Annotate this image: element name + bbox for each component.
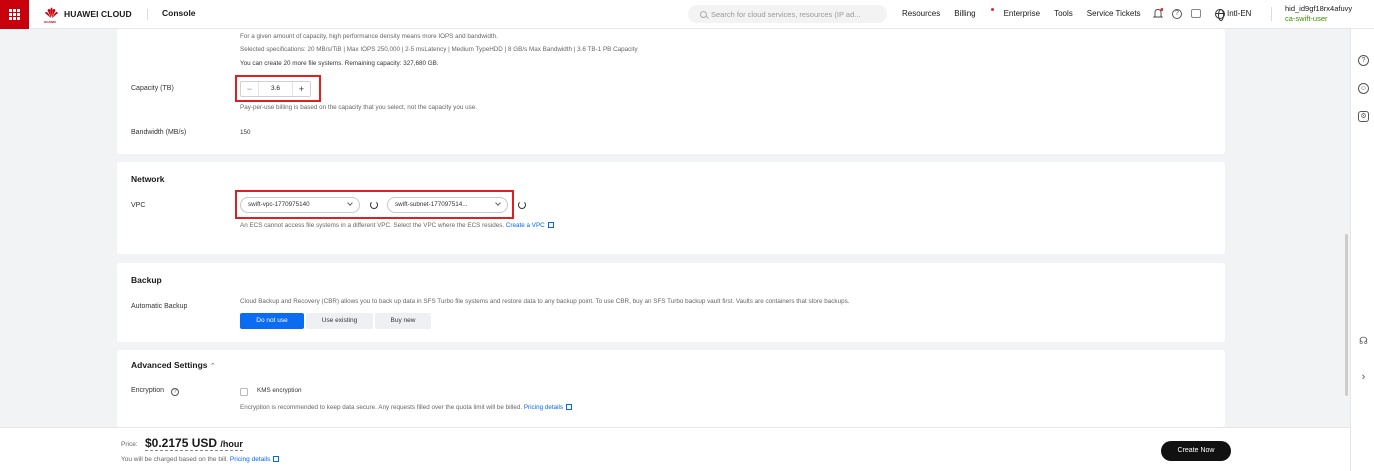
encryption-help-icon[interactable]: ?: [171, 388, 180, 396]
backup-option-use-existing[interactable]: Use existing: [306, 313, 373, 329]
brand-name: HUAWEI CLOUD: [64, 8, 132, 19]
messages-icon[interactable]: [1191, 9, 1201, 18]
vpc-hint: An ECS cannot access file systems in a d…: [240, 222, 554, 229]
refresh-subnet-icon[interactable]: [518, 201, 526, 209]
huawei-cloud-logo[interactable]: HUAWEI HUAWEI CLOUD: [44, 6, 132, 24]
region-language-selector[interactable]: Intl-EN: [1215, 8, 1252, 21]
external-link-icon: [547, 222, 554, 228]
backup-option-do-not-use[interactable]: Do not use: [240, 313, 304, 329]
nav-service-tickets[interactable]: Service Tickets: [1087, 9, 1141, 18]
nav-resources[interactable]: Resources: [902, 9, 940, 18]
encryption-label: Encryption: [131, 387, 165, 394]
capacity-highlight-box: [235, 75, 321, 102]
footer-pricing-link[interactable]: Pricing details: [230, 456, 270, 463]
backup-title: Backup: [131, 275, 162, 285]
bandwidth-label: Bandwidth (MB/s): [131, 129, 187, 136]
automatic-backup-label: Automatic Backup: [131, 303, 188, 310]
vpc-label: VPC: [131, 202, 146, 209]
price-unit: /hour: [220, 439, 243, 449]
search-icon: [700, 10, 707, 18]
backup-card: Backup Automatic Backup Cloud Backup and…: [117, 263, 1225, 342]
page-scrollbar[interactable]: [1345, 234, 1348, 396]
backup-description: Cloud Backup and Recovery (CBR) allows y…: [240, 298, 850, 305]
price-note: You will be charged based on the bill. P…: [121, 456, 280, 463]
capacity-billing-hint: Pay-per-use billing is based on the capa…: [240, 104, 477, 111]
encryption-label-row: Encryption ?: [131, 387, 188, 396]
chevron-right-icon[interactable]: ›: [1358, 372, 1369, 384]
apps-grid-icon: [9, 9, 20, 20]
global-search-input[interactable]: Search for cloud services, resources (IP…: [688, 5, 887, 23]
top-nav-links: Resources Billing Enterprise Tools Servi…: [902, 8, 1155, 18]
nav-divider: [147, 9, 148, 20]
price-value: $0.2175 USD /hour: [145, 436, 243, 451]
encryption-pricing-link[interactable]: Pricing details: [524, 404, 563, 411]
region-label: Intl-EN: [1227, 9, 1252, 18]
console-link[interactable]: Console: [162, 8, 196, 18]
user-sub-account: ca-swift-user: [1285, 14, 1328, 23]
globe-icon: [1215, 8, 1225, 21]
encryption-hint: Encryption is recommended to keep data s…: [240, 404, 573, 411]
right-floating-toolbar: ? ☺ ⚙ ☊ ›: [1350, 29, 1374, 471]
network-title: Network: [131, 174, 165, 184]
capacity-label: Capacity (TB): [131, 85, 174, 92]
encryption-hint-text: Encryption is recommended to keep data s…: [240, 404, 523, 411]
search-placeholder: Search for cloud services, resources (IP…: [711, 9, 861, 19]
price-label: Price:: [121, 441, 138, 448]
nav-billing[interactable]: Billing: [954, 8, 994, 18]
settings-gear-icon[interactable]: ⚙: [1358, 111, 1369, 122]
service-list-button[interactable]: [0, 0, 29, 29]
user-divider: [1271, 7, 1272, 21]
external-link-icon: [273, 456, 280, 462]
advanced-settings-title: Advanced Settings: [131, 360, 208, 370]
user-account-menu[interactable]: hid_id9gf18rx4afuvy ca-swift-user: [1285, 4, 1352, 24]
nav-tools[interactable]: Tools: [1054, 9, 1073, 18]
remaining-capacity: You can create 20 more file systems. Rem…: [240, 60, 439, 67]
selected-specs: Selected specifications: 20 MB/s/TiB | M…: [240, 46, 638, 53]
top-nav-icons: ? Intl-EN: [1152, 8, 1252, 21]
external-link-icon: [566, 404, 573, 410]
price-note-text: You will be charged based on the bill.: [121, 456, 229, 463]
advanced-settings-card: Advanced Settings ⌃ Encryption ? KMS enc…: [117, 350, 1225, 427]
billing-notification-dot: [990, 8, 994, 11]
brand-sub-text: HUAWEI: [44, 20, 56, 24]
kms-encryption-label[interactable]: KMS encryption: [257, 387, 301, 394]
advanced-settings-toggle[interactable]: Advanced Settings ⌃: [131, 360, 216, 370]
vpc-highlight-box: [235, 190, 514, 219]
backup-option-buy-new[interactable]: Buy new: [375, 313, 431, 329]
feedback-smile-icon[interactable]: ☺: [1358, 83, 1369, 94]
vpc-hint-text: An ECS cannot access file systems in a d…: [240, 222, 505, 229]
top-navigation-bar: HUAWEI HUAWEI CLOUD Console Search for c…: [0, 0, 1374, 29]
customer-service-headset-icon[interactable]: ☊: [1358, 337, 1369, 348]
huawei-flower-icon: HUAWEI: [44, 6, 59, 24]
chevron-up-icon: ⌃: [209, 363, 216, 370]
create-now-button[interactable]: Create Now: [1161, 441, 1231, 461]
kms-encryption-checkbox[interactable]: [240, 388, 248, 396]
nav-enterprise[interactable]: Enterprise: [1004, 9, 1040, 18]
bandwidth-value: 150: [240, 129, 251, 136]
price-footer: Price: $0.2175 USD /hour You will be cha…: [0, 427, 1350, 471]
performance-note: For a given amount of capacity, high per…: [240, 33, 498, 40]
user-name: hid_id9gf18rx4afuvy: [1285, 4, 1353, 13]
create-vpc-link[interactable]: Create a VPC: [506, 222, 545, 229]
nav-billing-label: Billing: [954, 9, 976, 18]
notifications-bell-icon[interactable]: [1152, 8, 1164, 19]
help-center-icon[interactable]: ?: [1358, 55, 1369, 66]
price-amount: $0.2175 USD: [145, 436, 218, 450]
help-icon[interactable]: ?: [1172, 8, 1182, 19]
